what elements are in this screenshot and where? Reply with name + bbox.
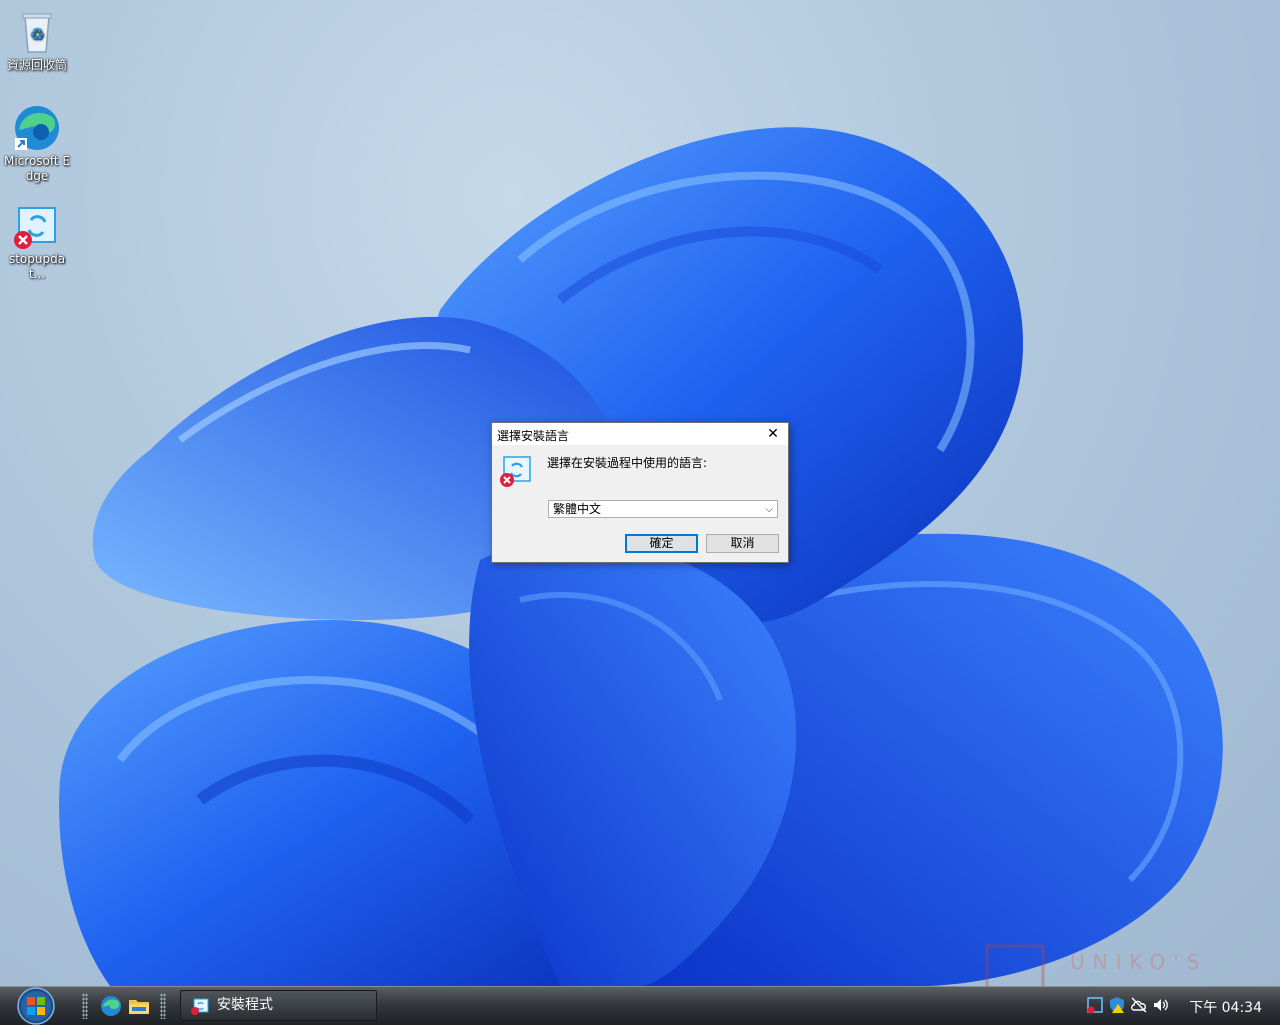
language-select[interactable]: 繁體中文 ⌵: [548, 500, 778, 518]
taskbar: 安裝程式 下午 04:34: [0, 986, 1280, 1025]
toolbar-grip[interactable]: [160, 993, 166, 1019]
dialog-prompt: 選擇在安裝過程中使用的語言:: [547, 456, 708, 470]
toolbar-grip[interactable]: [82, 993, 88, 1019]
desktop: ♻ 資源回收筒 Microsoft Edge stopupdat... 選擇安裝…: [0, 0, 1280, 986]
edge-icon: [101, 996, 121, 1016]
dialog-title: 選擇安裝語言: [497, 429, 570, 443]
close-button[interactable]: ✕: [758, 423, 788, 445]
svg-text:♻: ♻: [30, 25, 44, 44]
setup-icon: [13, 202, 61, 250]
desktop-icon-label: Microsoft Edge: [3, 154, 70, 183]
chevron-down-icon: ⌵: [765, 504, 773, 515]
ok-button[interactable]: 確定: [625, 534, 698, 553]
dialog-titlebar[interactable]: 選擇安裝語言 ✕: [492, 423, 788, 445]
setup-icon: [500, 453, 534, 489]
desktop-icon-label: stopupdat...: [8, 252, 66, 281]
desktop-icon-stopupdate[interactable]: stopupdat...: [0, 202, 74, 282]
desktop-icon-edge[interactable]: Microsoft Edge: [0, 104, 74, 184]
taskbar-item-setup[interactable]: 安裝程式: [180, 990, 377, 1021]
desktop-icon-label: 資源回收筒: [6, 58, 67, 72]
start-button[interactable]: [10, 987, 62, 1025]
setup-tray-icon[interactable]: [1086, 996, 1104, 1014]
cloud-offline-icon[interactable]: [1130, 996, 1148, 1014]
edge-quicklaunch[interactable]: [100, 995, 122, 1017]
volume-icon[interactable]: [1152, 996, 1170, 1014]
file-explorer-quicklaunch[interactable]: [128, 995, 150, 1017]
system-tray: 下午 04:34: [1080, 987, 1280, 1025]
language-select-value: 繁體中文: [553, 502, 602, 516]
language-dialog: 選擇安裝語言 ✕ 選擇在安裝過程中使用的語言: 繁體中文 ⌵ 確定 取消: [491, 422, 789, 563]
folder-icon: [129, 1000, 149, 1014]
recycle-bin-icon: ♻: [13, 8, 61, 56]
cancel-button[interactable]: 取消: [706, 534, 779, 553]
windows-logo-icon: [17, 987, 55, 1025]
desktop-icon-recycle-bin[interactable]: ♻ 資源回收筒: [0, 8, 74, 73]
shield-warning-icon[interactable]: [1108, 996, 1126, 1014]
edge-icon: [13, 104, 61, 152]
clock[interactable]: 下午 04:34: [1189, 997, 1262, 1017]
setup-icon: [191, 998, 209, 1015]
taskbar-item-label: 安裝程式: [217, 997, 273, 1013]
